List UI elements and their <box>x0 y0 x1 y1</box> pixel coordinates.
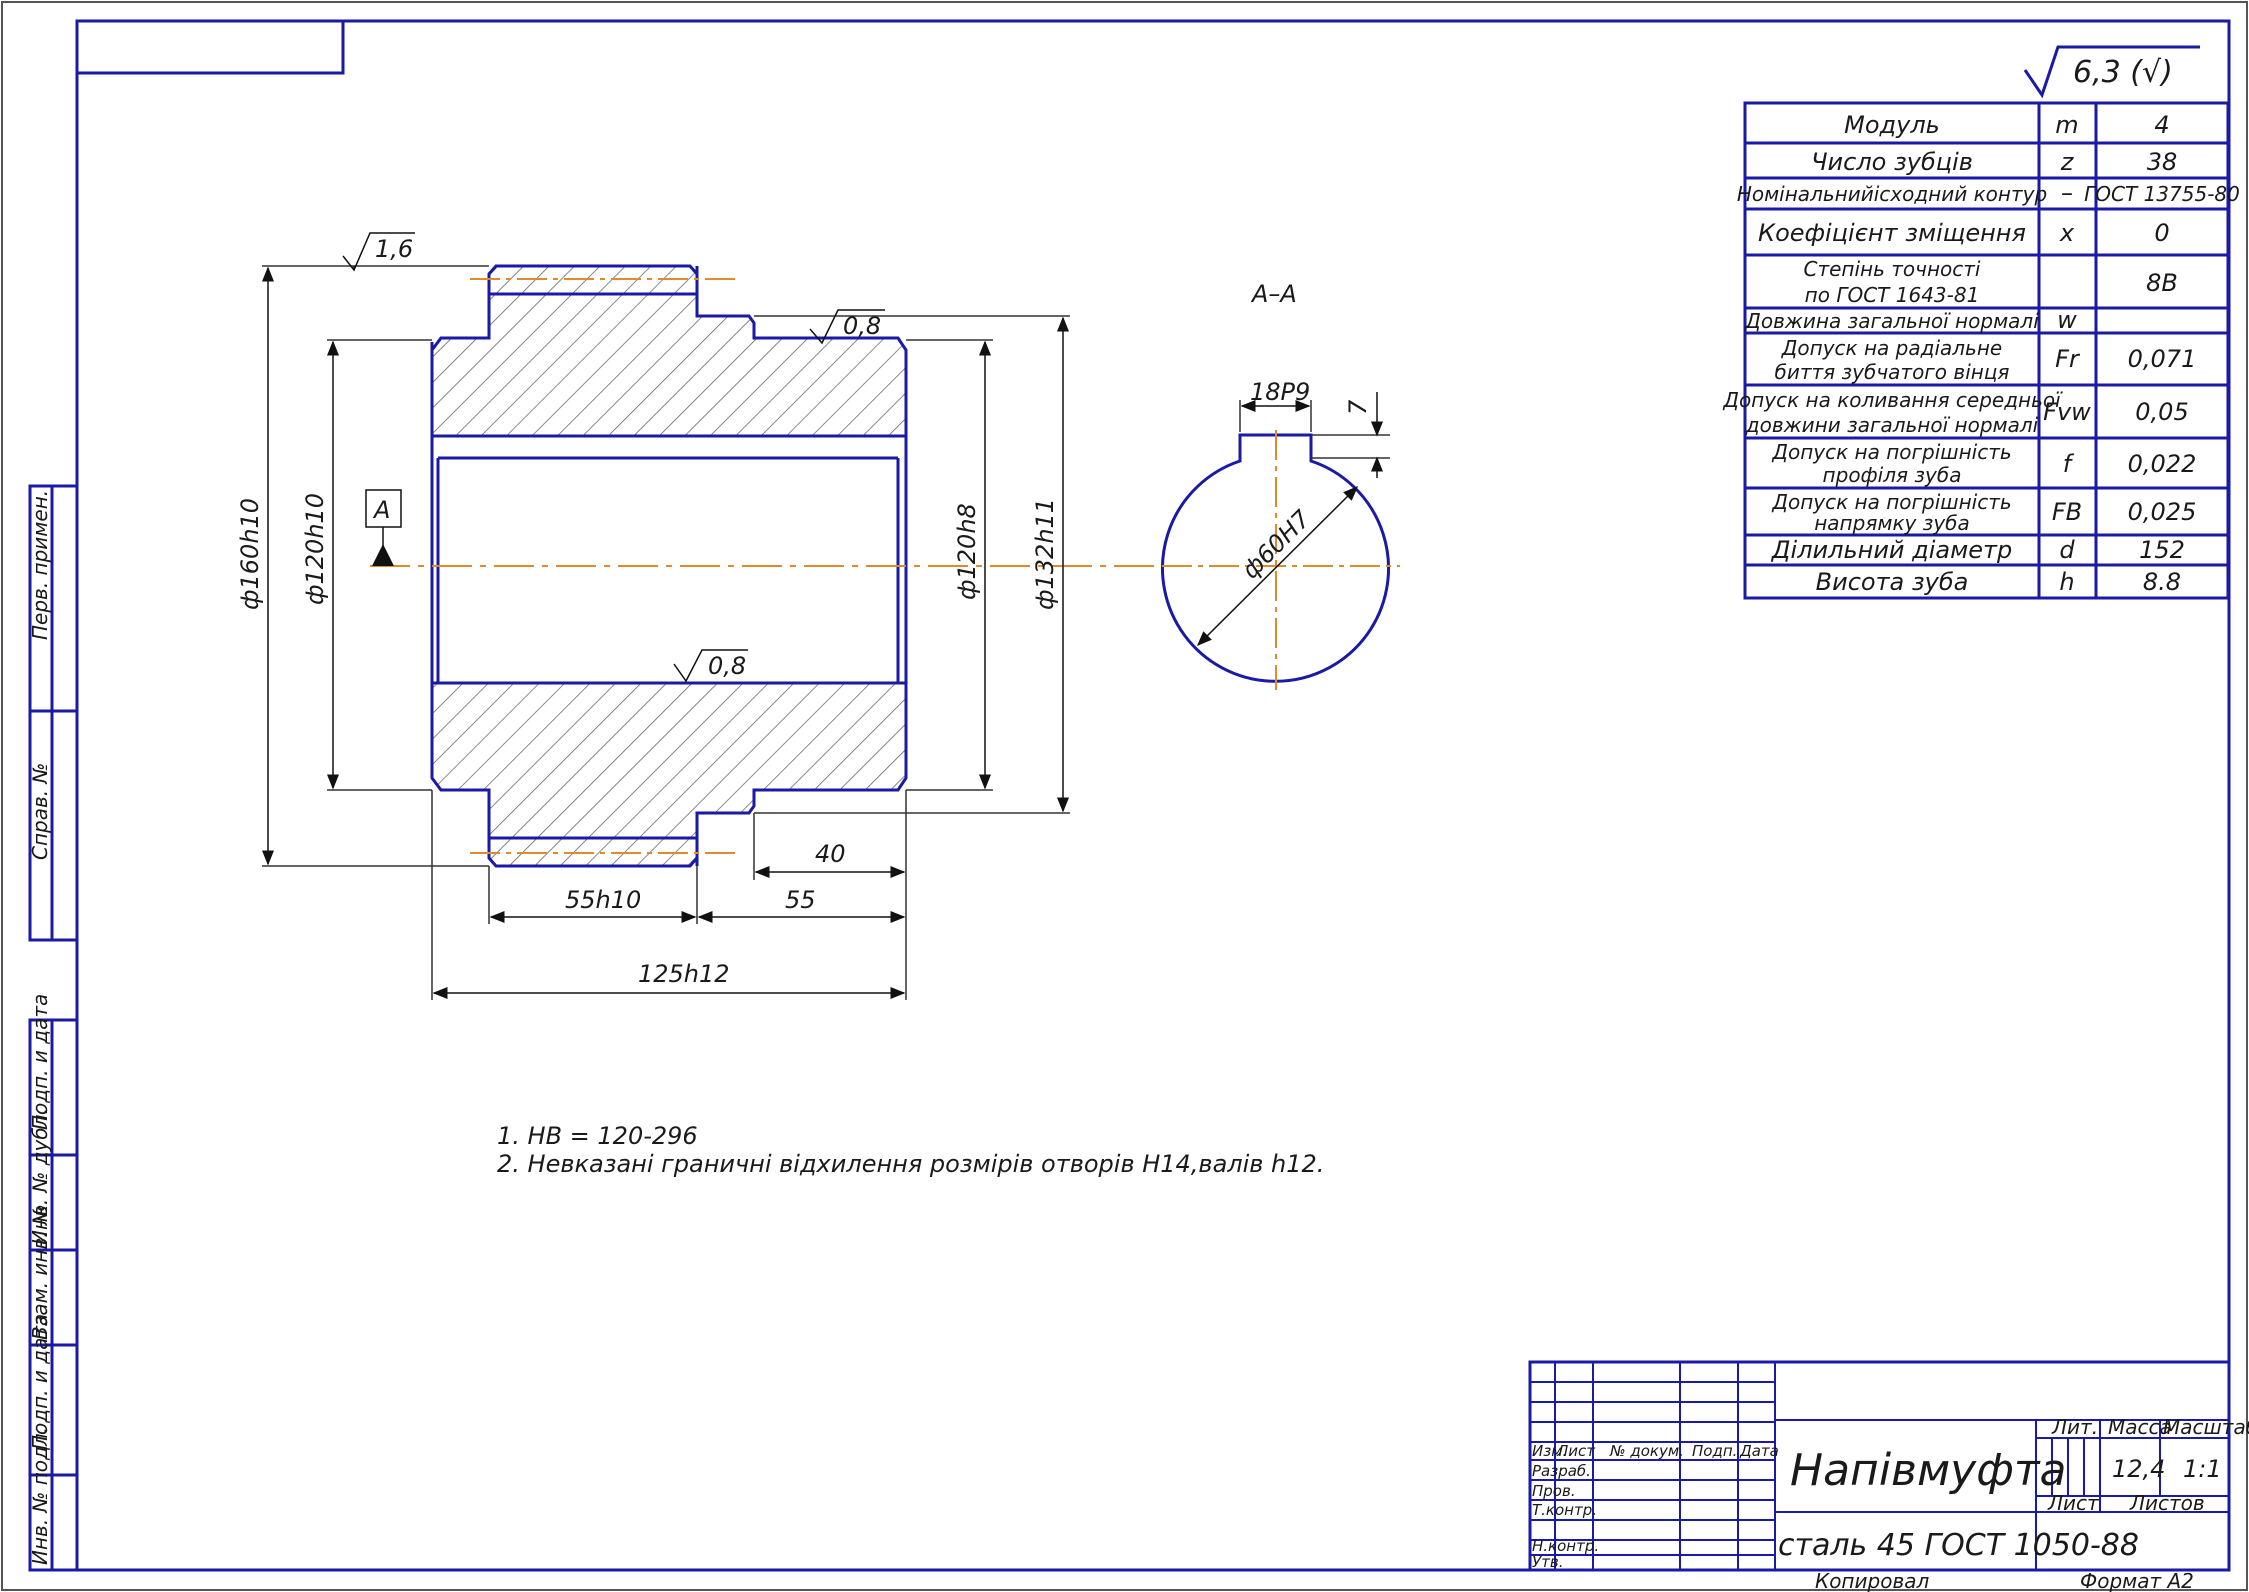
param-val: 8.8 <box>2143 568 2181 596</box>
param-val: 152 <box>2139 536 2185 564</box>
roughness-key-face-value: 0,8 <box>843 312 881 340</box>
dim-d120-left: ф120h10 <box>301 493 329 605</box>
tb-sheets-label: Листов <box>2129 1491 2205 1515</box>
param-name: Модуль <box>1844 111 1940 139</box>
main-view: ф160h10 ф120h10 ф120h8 ф132h11 55h10 55 … <box>236 232 1180 1000</box>
param-name: Степінь точності <box>1804 257 1981 281</box>
param-name: Допуск на погрішність <box>1771 440 2011 464</box>
tb-mass: 12,4 <box>2112 1455 2165 1483</box>
param-name-line2: напрямку зуба <box>1814 511 1970 535</box>
param-name-line2: профіля зуба <box>1823 463 1962 487</box>
param-name: Ділильний діаметр <box>1771 536 2012 564</box>
dim-d132: ф132h11 <box>1031 498 1059 610</box>
param-sym: d <box>2059 536 2075 564</box>
param-sym: z <box>2060 148 2075 176</box>
roughness-outer: 1,6 <box>342 232 415 272</box>
tb-col-data: Дата <box>1739 1442 1779 1460</box>
general-roughness-value: 6,3 (√) <box>2073 55 2173 90</box>
param-val: 0,05 <box>2135 398 2188 426</box>
param-val: 38 <box>2147 148 2178 176</box>
param-sym: Fr <box>2055 345 2081 373</box>
dim-d160: ф160h10 <box>236 498 264 610</box>
tb-row-razrab: Разраб. <box>1532 1462 1591 1480</box>
section-label: А–А <box>1250 280 1297 308</box>
drawing-sheet: Перв. примен. Справ. № Подп. и дата Инв.… <box>1 1 2249 1592</box>
param-val: 8В <box>2146 269 2178 297</box>
tb-row-prov: Пров. <box>1532 1482 1576 1500</box>
note-2: 2. Невказані граничні відхилення розмірі… <box>497 1150 1324 1178</box>
tb-scale-label: Масштаб <box>2163 1415 2249 1439</box>
param-name: Число зубців <box>1811 148 1973 176</box>
param-name-line2: по ГОСТ 1643-81 <box>1805 283 1980 307</box>
param-name: Номінальнийісходний контур <box>1737 182 2047 206</box>
notes: 1. HB = 120-296 2. Невказані граничні ві… <box>497 1122 1324 1178</box>
param-val: 0,022 <box>2128 450 2197 478</box>
param-name: Допуск на радіальне <box>1781 336 2002 360</box>
dim-key-width: 18P9 <box>1250 378 1310 406</box>
datum-label: А <box>372 496 390 524</box>
bore-outline <box>430 434 908 685</box>
tb-material: сталь 45 ГОСТ 1050-88 <box>1778 1528 2139 1563</box>
dim-125h12: 125h12 <box>638 960 730 988</box>
param-sym: w <box>2057 306 2077 334</box>
title-block: Изм. Лист № докум. Подп. Дата Разраб. Пр… <box>1528 1360 2249 1592</box>
tb-title: Напівмуфта <box>1790 1445 2066 1496</box>
section-view: А–А ф60H7 18P9 7 <box>1161 280 1400 690</box>
dim-d120-right: ф120h8 <box>953 503 981 600</box>
param-sym: h <box>2059 568 2074 596</box>
side-label-sprav: Справ. № <box>28 763 52 860</box>
parameter-table: Модуль m 4 Число зубців z 38 Номінальний… <box>1722 101 2240 600</box>
param-name: Допуск на коливання середньої <box>1722 388 2063 412</box>
roughness-bore-value: 0,8 <box>708 652 746 680</box>
top-left-box <box>75 19 345 75</box>
param-name-line2: биття зубчатого вінця <box>1775 360 2010 384</box>
side-label-inv-podl: Инв. № подл. <box>28 1427 52 1565</box>
dim-key-depth: 7 <box>1344 399 1372 415</box>
param-sym: f <box>2063 450 2075 478</box>
note-1: 1. HB = 120-296 <box>497 1122 698 1150</box>
param-name: Коефіцієнт зміщення <box>1758 219 2026 247</box>
side-stamp-labels: Перв. примен. Справ. № Подп. и дата Инв.… <box>28 490 52 1565</box>
param-val: ГОСТ 13755-80 <box>2084 182 2240 206</box>
param-name: Довжина загальної нормалі <box>1744 309 2039 333</box>
general-roughness: 6,3 (√) <box>2023 45 2200 99</box>
tb-scale: 1:1 <box>2183 1455 2222 1483</box>
tb-col-list: Лист <box>1556 1442 1596 1460</box>
param-sym: m <box>2055 111 2078 139</box>
tb-col-doc: № докум. <box>1609 1442 1684 1460</box>
tb-row-tkontr: Т.контр. <box>1532 1501 1597 1519</box>
param-val: 0,025 <box>2128 498 2197 526</box>
datum-marker: А <box>365 489 402 566</box>
tb-lit-label: Лит. <box>2051 1415 2098 1439</box>
param-name: Висота зуба <box>1816 568 1969 596</box>
param-sym: Fvw <box>2043 398 2091 426</box>
tb-sheet-label: Лист <box>2047 1491 2100 1515</box>
dim-55: 55 <box>785 886 816 914</box>
upper-wall-hatch <box>430 264 908 438</box>
side-label-perv: Перв. примен. <box>28 490 52 640</box>
param-val: 0,071 <box>2128 345 2197 373</box>
roughness-outer-value: 1,6 <box>375 235 413 263</box>
param-val: 0 <box>2154 219 2169 247</box>
tb-format: Формат А2 <box>2080 1569 2194 1592</box>
param-val: 4 <box>2154 111 2169 139</box>
dim-40: 40 <box>815 840 846 868</box>
dim-55h10: 55h10 <box>565 886 641 914</box>
tb-col-podp: Подп. <box>1692 1442 1737 1460</box>
tb-copied: Копировал <box>1815 1569 1929 1592</box>
param-sym: x <box>2059 219 2075 247</box>
tb-row-utv: Утв. <box>1532 1553 1564 1571</box>
param-sym: FB <box>2052 498 2082 526</box>
roughness-bore: 0,8 <box>673 649 748 683</box>
param-name-line2: довжини загальної нормалі <box>1745 413 2039 437</box>
param-sym: – <box>2061 179 2073 207</box>
